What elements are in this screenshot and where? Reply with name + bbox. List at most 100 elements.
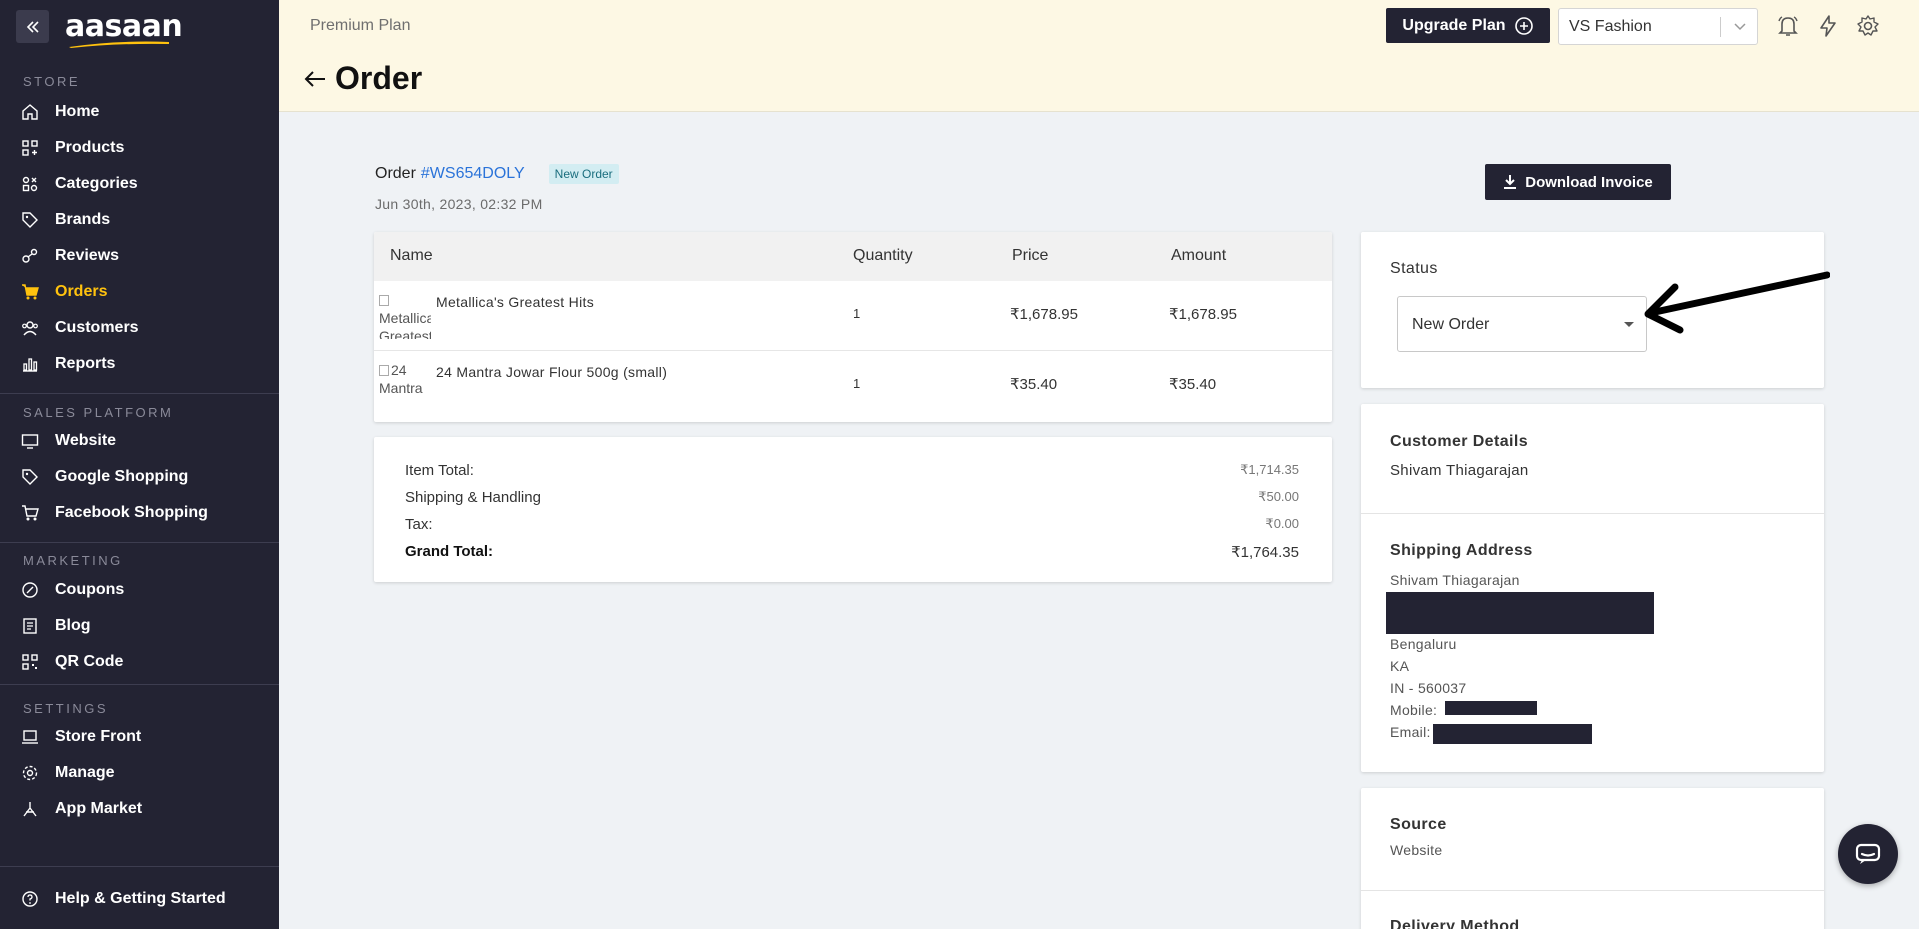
settings-gear-icon[interactable]: [1856, 14, 1880, 38]
upgrade-plan-label: Upgrade Plan: [1402, 16, 1506, 34]
chat-button[interactable]: [1838, 824, 1898, 884]
product-thumbnail: Metallica's Greatest Hits: [379, 291, 431, 339]
collapse-sidebar-button[interactable]: [16, 10, 49, 43]
status-dropdown-value: New Order: [1412, 316, 1490, 333]
sidebar-item-google-shopping[interactable]: Google Shopping: [20, 467, 188, 487]
sidebar: aasaan STORE Home Products Categories Br…: [0, 0, 279, 929]
sidebar-item-label: Coupons: [55, 581, 125, 598]
source-title: Source: [1390, 816, 1447, 833]
help-icon: [20, 889, 40, 909]
logo-text: aasaan: [65, 8, 183, 44]
sidebar-item-manage[interactable]: Manage: [20, 763, 115, 783]
cart-icon: [20, 503, 40, 523]
item-quantity: 1: [853, 376, 861, 391]
sidebar-item-help[interactable]: Help & Getting Started: [20, 889, 226, 909]
sidebar-item-label: App Market: [55, 800, 143, 817]
sidebar-divider: [0, 866, 279, 867]
cart-icon: [20, 282, 40, 302]
reviews-icon: [20, 246, 40, 266]
shipping-name: Shivam Thiagarajan: [1390, 572, 1520, 588]
sidebar-item-label: Blog: [55, 617, 91, 634]
sidebar-item-label: Home: [55, 103, 100, 120]
column-header-name: Name: [390, 247, 433, 264]
blog-icon: [20, 616, 40, 636]
double-chevron-left-icon: [26, 20, 39, 33]
sidebar-item-label: Products: [55, 139, 125, 156]
item-quantity: 1: [853, 306, 861, 321]
store-select-value: VS Fashion: [1569, 18, 1652, 35]
plan-label: Premium Plan: [310, 17, 411, 34]
download-icon: [1504, 175, 1517, 189]
mobile-label: Mobile:: [1390, 702, 1438, 718]
sidebar-item-products[interactable]: Products: [20, 138, 124, 158]
sidebar-item-categories[interactable]: Categories: [20, 174, 138, 194]
logo-swoosh-icon: [69, 41, 169, 48]
sidebar-item-label: Brands: [55, 211, 111, 228]
shipping-address-title: Shipping Address: [1390, 542, 1533, 559]
item-total-value: ₹1,714.35: [1240, 462, 1299, 477]
sidebar-item-store-front[interactable]: Store Front: [20, 727, 141, 747]
bell-icon[interactable]: [1776, 14, 1800, 38]
chevron-down-icon: [1734, 23, 1746, 31]
item-price: ₹35.40: [1010, 376, 1058, 393]
grand-total-row: Grand Total: ₹1,764.35: [405, 543, 1299, 561]
sidebar-item-home[interactable]: Home: [20, 102, 99, 122]
sidebar-item-customers[interactable]: Customers: [20, 318, 139, 338]
download-invoice-button[interactable]: Download Invoice: [1485, 164, 1671, 200]
sidebar-item-reports[interactable]: Reports: [20, 354, 115, 374]
item-name: 24 Mantra Jowar Flour 500g (small): [436, 364, 668, 380]
store-select[interactable]: VS Fashion: [1558, 8, 1758, 45]
sidebar-item-label: Help & Getting Started: [55, 890, 226, 907]
sidebar-item-website[interactable]: Website: [20, 431, 116, 451]
shipping-city: Bengaluru: [1390, 636, 1457, 652]
customer-card: Customer Details Shivam Thiagarajan Ship…: [1361, 404, 1824, 772]
tax-row: Tax: ₹0.00: [405, 516, 1299, 533]
back-arrow-icon[interactable]: [303, 69, 327, 89]
sidebar-divider: [0, 542, 279, 543]
qr-icon: [20, 652, 40, 672]
chat-icon: [1855, 843, 1881, 864]
customer-name[interactable]: Shivam Thiagarajan: [1390, 462, 1529, 479]
sidebar-item-orders[interactable]: Orders: [20, 282, 107, 302]
monitor-icon: [20, 431, 40, 451]
categories-icon: [20, 174, 40, 194]
download-invoice-label: Download Invoice: [1525, 173, 1653, 191]
plus-circle-icon: [1514, 16, 1533, 35]
table-row[interactable]: 24 Mantra 24 Mantra Jowar Flour 500g (sm…: [374, 351, 1332, 421]
sidebar-item-label: Manage: [55, 764, 115, 781]
shipping-state: KA: [1390, 658, 1410, 674]
sidebar-item-qr-code[interactable]: QR Code: [20, 652, 123, 672]
section-settings: SETTINGS: [23, 701, 109, 716]
sidebar-item-label: Store Front: [55, 728, 142, 745]
product-thumbnail: 24 Mantra: [379, 361, 431, 409]
sidebar-item-facebook-shopping[interactable]: Facebook Shopping: [20, 503, 208, 523]
card-divider: [1361, 890, 1824, 891]
sidebar-item-reviews[interactable]: Reviews: [20, 246, 119, 266]
sidebar-item-blog[interactable]: Blog: [20, 616, 91, 636]
upgrade-plan-button[interactable]: Upgrade Plan: [1386, 8, 1550, 43]
grand-total-value: ₹1,764.35: [1231, 544, 1299, 561]
sidebar-item-label: Website: [55, 432, 117, 449]
storefront-icon: [20, 727, 40, 747]
redacted-mobile: [1445, 701, 1537, 715]
order-id[interactable]: #WS654DOLY: [421, 165, 525, 183]
lightning-icon[interactable]: [1816, 14, 1840, 38]
delivery-method-title: Delivery Method: [1390, 918, 1520, 929]
table-header: Name Quantity Price Amount: [374, 232, 1332, 281]
sidebar-item-app-market[interactable]: App Market: [20, 799, 142, 819]
coupon-icon: [20, 580, 40, 600]
sidebar-item-coupons[interactable]: Coupons: [20, 580, 124, 600]
sidebar-item-label: Reviews: [55, 247, 120, 264]
table-row[interactable]: Metallica's Greatest Hits Metallica's Gr…: [374, 281, 1332, 351]
status-dropdown[interactable]: New Order: [1397, 296, 1647, 352]
shipping-row: Shipping & Handling ₹50.00: [405, 489, 1299, 506]
item-total-label: Item Total:: [405, 462, 474, 479]
grand-total-label: Grand Total:: [405, 543, 494, 560]
column-header-price: Price: [1012, 247, 1049, 264]
source-card: Source Website Delivery Method: [1361, 788, 1824, 929]
sidebar-item-brands[interactable]: Brands: [20, 210, 110, 230]
section-store: STORE: [23, 74, 81, 89]
sidebar-item-label: Categories: [55, 175, 138, 192]
products-icon: [20, 138, 40, 158]
logo[interactable]: aasaan: [65, 8, 183, 48]
